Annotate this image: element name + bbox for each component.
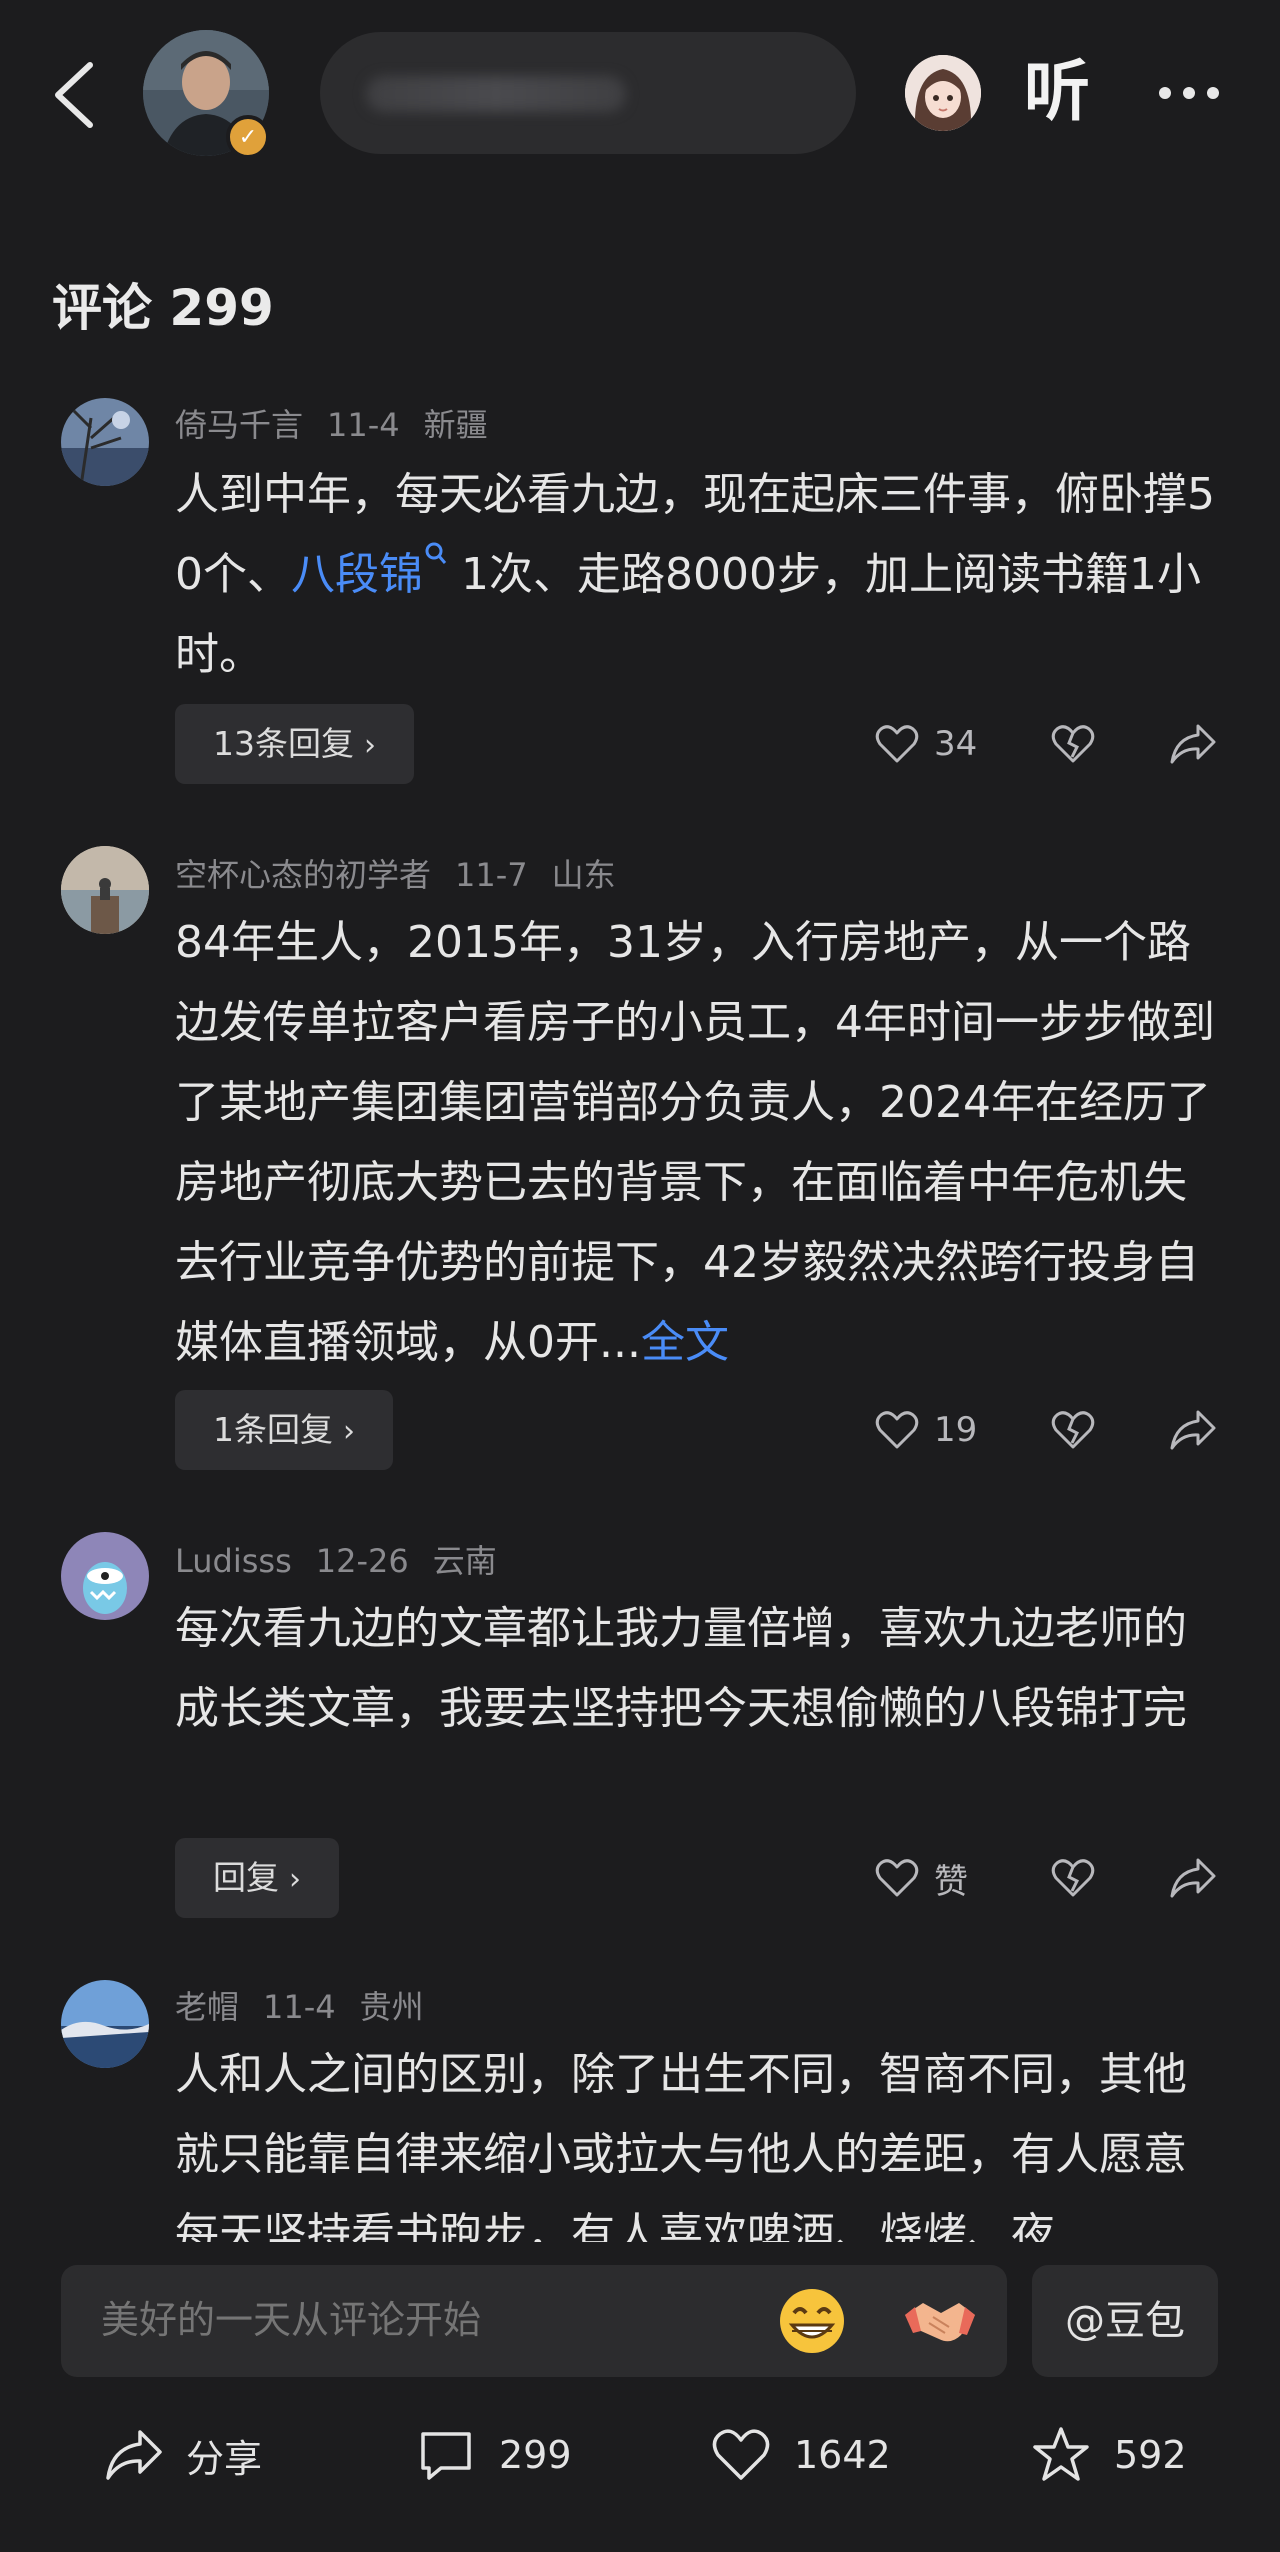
favorite-count: 592: [1114, 2433, 1187, 2477]
comment-location: 新疆: [423, 406, 488, 444]
listen-button[interactable]: 听: [1024, 52, 1090, 132]
broken-heart-icon[interactable]: [1050, 1407, 1096, 1453]
like-button[interactable]: 34: [874, 704, 977, 784]
handshake-emoji-icon[interactable]: [901, 2285, 979, 2357]
like-count: 19: [934, 1410, 978, 1450]
back-button[interactable]: [48, 55, 108, 135]
comment-meta: 倚马千言 11-4 新疆: [175, 400, 512, 446]
broken-heart-icon[interactable]: [1050, 721, 1096, 767]
like-count: 赞: [934, 1861, 968, 1902]
commenter-avatar[interactable]: [61, 1980, 149, 2068]
favorite-button[interactable]: 592: [1030, 2415, 1187, 2495]
comment-location: 贵州: [359, 1988, 424, 2026]
comment-actions: 19: [870, 1390, 1230, 1470]
chevron-right-icon: ›: [364, 728, 376, 763]
comment-date: 11-4: [263, 1988, 336, 2026]
heart-icon: [875, 1411, 919, 1449]
replies-label: 13条回复: [213, 724, 354, 763]
commenter-name[interactable]: 倚马千言: [175, 406, 303, 444]
verified-badge-icon: ✓: [226, 115, 270, 159]
share-arrow-icon[interactable]: [1168, 1406, 1218, 1454]
like-article-button[interactable]: 1642: [710, 2415, 891, 2495]
full-text-link[interactable]: 全文: [641, 1317, 729, 1368]
comments-heading: 评论 299: [52, 279, 274, 337]
comment-text: 人到中年，每天必看九边，现在起床三件事，俯卧撑50个、八段锦 1次、走路8000…: [175, 455, 1215, 695]
like-count: 34: [934, 724, 978, 764]
search-icon: [425, 542, 447, 564]
more-dot-icon: [1159, 87, 1171, 99]
view-replies-button[interactable]: 13条回复 ›: [175, 704, 414, 784]
share-label: 分享: [186, 2436, 263, 2481]
more-dot-icon: [1207, 87, 1219, 99]
cartoon-monster-avatar-icon: [61, 1532, 149, 1620]
comment-location: 山东: [551, 856, 616, 894]
chevron-left-icon: [55, 62, 93, 128]
share-arrow-icon[interactable]: [1168, 720, 1218, 768]
comment-text: 每次看九边的文章都让我力量倍增，喜欢九边老师的成长类文章，我要去坚持把今天想偷懒…: [175, 1603, 1187, 1734]
share-arrow-icon[interactable]: [1168, 1854, 1218, 1902]
ai-assistant-avatar[interactable]: [905, 55, 981, 131]
cartoon-girl-icon: [905, 55, 981, 131]
share-button[interactable]: 分享: [102, 2415, 262, 2495]
grinning-emoji-icon[interactable]: [776, 2285, 848, 2357]
landscape-avatar-icon: [61, 846, 149, 934]
heart-icon: [875, 1859, 919, 1897]
comment-actions: 赞: [870, 1838, 1230, 1918]
commenter-avatar[interactable]: [61, 398, 149, 486]
more-menu-button[interactable]: [1155, 78, 1223, 108]
commenter-avatar[interactable]: [61, 1532, 149, 1620]
comment-bubble-icon: [421, 2432, 471, 2480]
comment-text: 84年生人，2015年，31岁，入行房地产，从一个路边发传单拉客户看房子的小员工…: [175, 903, 1215, 1383]
blurred-title: [366, 76, 626, 112]
like-button[interactable]: 赞: [874, 1838, 968, 1918]
like-count: 1642: [794, 2433, 891, 2477]
commenter-name[interactable]: 老帽: [175, 1988, 239, 2026]
like-button[interactable]: 19: [874, 1390, 977, 1470]
heart-icon: [875, 725, 919, 763]
more-dot-icon: [1183, 87, 1195, 99]
commenter-avatar[interactable]: [61, 846, 149, 934]
reply-button[interactable]: 回复 ›: [175, 1838, 339, 1918]
comment-input-bar[interactable]: [61, 2265, 1007, 2377]
comment-date: 12-26: [315, 1542, 409, 1580]
bottom-action-bar: 分享 299 1642 592: [0, 2400, 1280, 2510]
comment-count: 299: [499, 2433, 572, 2477]
commenter-name[interactable]: Ludisss: [175, 1542, 292, 1580]
chevron-right-icon: ›: [289, 1862, 301, 1897]
top-header: ✓ 听: [0, 0, 1280, 190]
comment-location: 云南: [432, 1542, 497, 1580]
share-arrow-icon: [106, 2430, 162, 2480]
comment-meta: 空杯心态的初学者 11-7 山东: [175, 850, 640, 896]
comment-text: 人和人之间的区别，除了出生不同，智商不同，其他就只能靠自律来缩小或拉大与他人的差…: [175, 2049, 1187, 2242]
star-icon: [1033, 2427, 1089, 2481]
replies-label: 1条回复: [213, 1410, 333, 1449]
landscape-avatar-icon: [61, 398, 149, 486]
comments-button[interactable]: 299: [415, 2415, 572, 2495]
title-search-bar[interactable]: [320, 32, 856, 154]
comment-date: 11-7: [455, 856, 528, 894]
landscape-avatar-icon: [61, 1980, 149, 2068]
view-replies-button[interactable]: 1条回复 ›: [175, 1390, 393, 1470]
topic-link[interactable]: 八段锦: [291, 542, 447, 600]
topic-link-label: 八段锦: [291, 549, 423, 600]
comment-text-part: 84年生人，2015年，31岁，入行房地产，从一个路边发传单拉客户看房子的小员工…: [175, 917, 1215, 1368]
chevron-right-icon: ›: [343, 1414, 355, 1449]
replies-label: 回复: [213, 1858, 279, 1897]
comment-meta: 老帽 11-4 贵州: [175, 1982, 448, 2028]
heart-icon: [712, 2429, 770, 2480]
commenter-name[interactable]: 空杯心态的初学者: [175, 856, 431, 894]
comment-item: 老帽 11-4 贵州 人和人之间的区别，除了出生不同，智商不同，其他就只能靠自律来缩…: [0, 1960, 1280, 2242]
comment-actions: 34: [870, 704, 1230, 784]
doubao-mention-button[interactable]: @豆包: [1032, 2265, 1218, 2377]
comment-date: 11-4: [327, 406, 400, 444]
broken-heart-icon[interactable]: [1050, 1855, 1096, 1901]
comment-meta: Ludisss 12-26 云南: [175, 1536, 521, 1582]
comment-input[interactable]: [99, 2297, 723, 2343]
